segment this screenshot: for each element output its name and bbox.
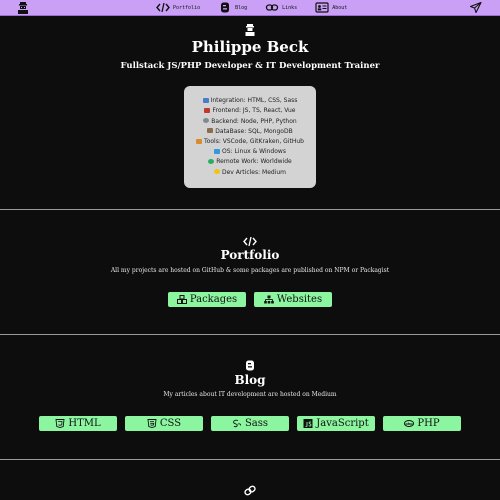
skill-item: Backend: Node, PHP, Python xyxy=(203,117,297,127)
html-button[interactable]: HTML xyxy=(39,416,117,431)
blog-description: My articles about IT development are hos… xyxy=(163,391,337,398)
nav-item-blog[interactable]: Blog xyxy=(218,2,247,13)
skill-text: DataBase: SQL, MongoDB xyxy=(215,127,293,135)
nav-item-portfolio[interactable]: Portfolio xyxy=(156,2,200,13)
nav-item-label: Links xyxy=(282,4,298,11)
nav-item-label: About xyxy=(332,4,348,11)
cabinet-icon xyxy=(207,128,214,134)
top-nav: Portfolio Blog Links About xyxy=(0,0,500,16)
profile-tagline: Fullstack JS/PHP Developer & IT Developm… xyxy=(120,61,380,71)
nav-item-label: Blog xyxy=(235,4,248,11)
skills-card: Integration: HTML, CSS, Sass Frontend: J… xyxy=(184,86,316,188)
php-icon: php xyxy=(404,420,415,427)
skill-item: DataBase: SQL, MongoDB xyxy=(207,127,293,137)
sass-button[interactable]: Sass xyxy=(211,416,289,431)
code-icon xyxy=(243,236,257,247)
blog-title: Blog xyxy=(234,373,266,387)
tools-icon xyxy=(196,138,203,144)
sass-icon xyxy=(233,419,241,428)
javascript-button[interactable]: JavaScript xyxy=(297,416,375,431)
html5-icon xyxy=(55,419,65,428)
star-icon xyxy=(213,169,220,175)
skill-item: OS: Linux & Windows xyxy=(214,147,286,157)
nav-item-links[interactable]: Links xyxy=(265,2,297,13)
gear-icon xyxy=(203,118,210,124)
user-icon xyxy=(245,24,255,36)
php-button[interactable]: php PHP xyxy=(383,416,461,431)
button-label: Packages xyxy=(189,294,238,305)
skill-text: Dev Articles: Medium xyxy=(221,168,287,176)
sitemap-icon xyxy=(264,295,274,304)
skill-item: Remote Work: Worldwide xyxy=(208,157,292,167)
portfolio-section: Portfolio All my projects are hosted on … xyxy=(0,210,500,334)
skill-item: Integration: HTML, CSS, Sass xyxy=(202,96,298,106)
button-label: JavaScript xyxy=(316,418,369,429)
blog-buttons: HTML CSS Sass JavaScript php PHP xyxy=(0,416,500,431)
pointer-icon xyxy=(204,107,211,113)
button-label: Websites xyxy=(276,294,323,305)
portfolio-buttons: Packages Websites xyxy=(0,292,500,307)
button-label: Sass xyxy=(244,418,269,429)
skill-text: Integration: HTML, CSS, Sass xyxy=(210,97,298,105)
css-button[interactable]: CSS xyxy=(125,416,203,431)
websites-button[interactable]: Websites xyxy=(254,292,332,307)
laptop-icon xyxy=(214,148,221,154)
cubes-icon xyxy=(176,295,187,304)
avatar-logo-icon[interactable] xyxy=(16,1,30,14)
skill-item: Tools: VSCode, GitKraken, GitHub xyxy=(196,137,304,147)
skill-item: Dev Articles: Medium xyxy=(213,168,287,178)
portfolio-description: All my projects are hosted on GitHub & s… xyxy=(110,267,390,274)
nav-menu: Portfolio Blog Links About xyxy=(156,0,365,15)
packages-button[interactable]: Packages xyxy=(168,292,246,307)
monitor-icon xyxy=(202,97,209,103)
button-label: HTML xyxy=(68,418,101,429)
skill-text: Frontend: JS, TS, React, Vue xyxy=(212,107,296,115)
blog-section: Blog My articles about IT development ar… xyxy=(0,335,500,459)
css3-icon xyxy=(147,419,157,428)
svg-text:php: php xyxy=(406,422,414,426)
link-icon xyxy=(244,485,256,496)
button-label: PHP xyxy=(417,418,440,429)
blogger-icon xyxy=(221,2,230,13)
profile-name: Philippe Beck xyxy=(191,38,309,56)
link-icon xyxy=(265,4,279,11)
nav-item-about[interactable]: About xyxy=(315,2,347,13)
id-card-icon xyxy=(315,2,329,13)
skill-item: Frontend: JS, TS, React, Vue xyxy=(204,106,296,116)
portfolio-title: Portfolio xyxy=(220,248,280,262)
paper-plane-icon[interactable] xyxy=(470,2,482,13)
skill-text: Backend: Node, PHP, Python xyxy=(211,117,297,125)
code-icon xyxy=(156,2,170,13)
js-icon xyxy=(303,419,313,428)
skill-text: OS: Linux & Windows xyxy=(222,148,286,156)
profile-header: Philippe Beck Fullstack JS/PHP Developer… xyxy=(0,16,500,209)
links-section xyxy=(0,460,500,500)
skill-text: Remote Work: Worldwide xyxy=(216,158,292,166)
blogger-icon xyxy=(246,360,254,371)
button-label: CSS xyxy=(159,418,182,429)
nav-item-label: Portfolio xyxy=(173,4,201,11)
skill-text: Tools: VSCode, GitKraken, GitHub xyxy=(204,138,304,145)
globe-icon xyxy=(208,158,215,164)
